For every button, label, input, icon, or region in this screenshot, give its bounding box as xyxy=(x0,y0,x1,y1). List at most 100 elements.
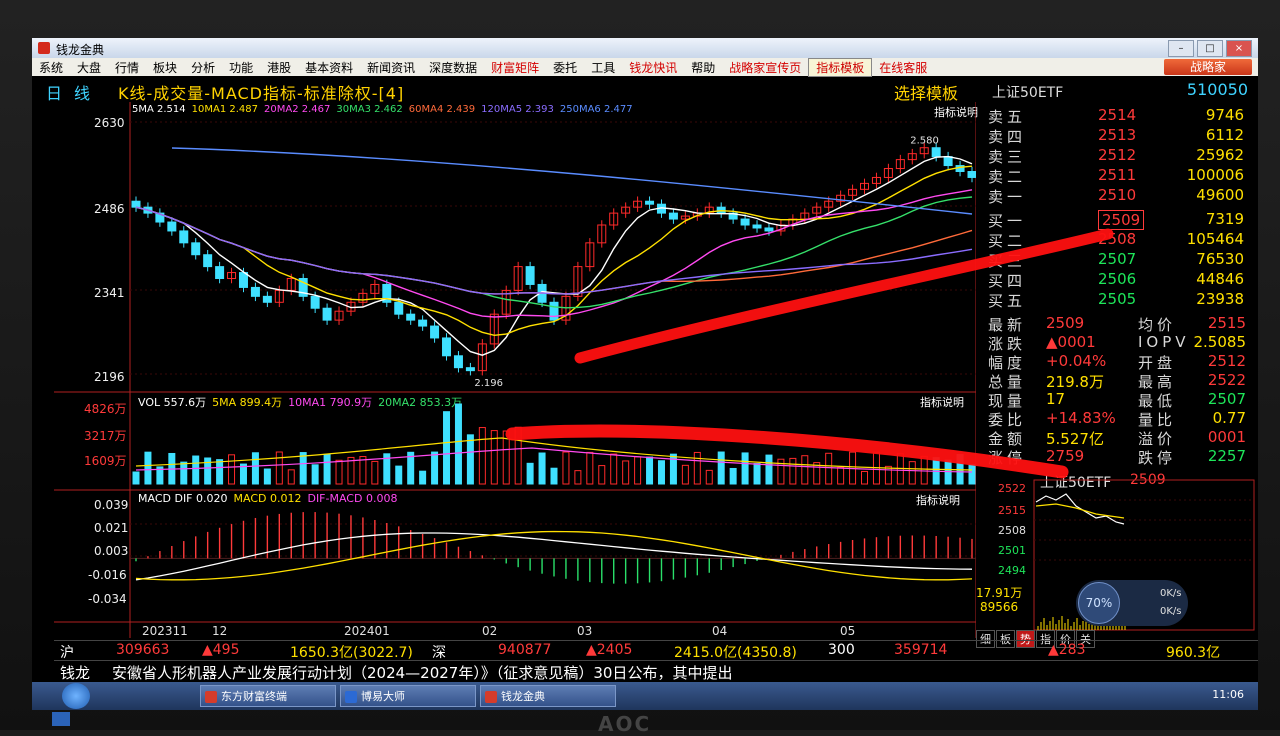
volume-bar xyxy=(562,451,570,485)
quote-stat-row: 现量 17 最低 2507 xyxy=(976,390,1258,410)
ticker-item: 960.3亿 xyxy=(1166,645,1221,661)
bid-volume: 7319 xyxy=(1205,210,1244,228)
volume-bar xyxy=(908,461,916,485)
candle-body xyxy=(442,337,452,357)
candle-body xyxy=(967,171,976,178)
stat-value: 2515 xyxy=(1207,314,1246,332)
candle-body xyxy=(430,325,440,339)
app-icon xyxy=(205,691,217,703)
news-text[interactable]: 安徽省人形机器人产业发展行动计划（2024—2027年）》（征求意见稿）30日公… xyxy=(112,662,912,683)
bid-label: 买三 xyxy=(988,252,1027,270)
taskbar-item[interactable]: 东方财富终端 xyxy=(200,685,336,707)
ask-row[interactable]: 卖二 2511 100006 xyxy=(976,166,1258,186)
stat-label: 最新 xyxy=(988,316,1027,334)
x-axis-label: 03 xyxy=(577,624,593,638)
start-button-icon[interactable] xyxy=(62,683,90,709)
volume-bar xyxy=(765,454,773,485)
volume-bar xyxy=(514,426,522,485)
volume-bar xyxy=(825,452,833,485)
candle-body xyxy=(645,200,655,205)
volume-bar xyxy=(228,454,236,485)
close-button[interactable]: × xyxy=(1226,40,1252,57)
volume-bar xyxy=(144,451,152,485)
stat-value: 17 xyxy=(1046,390,1066,408)
stat-label: 涨跌 xyxy=(988,335,1027,353)
stat-label: 现量 xyxy=(988,392,1027,410)
ask-price: 2513 xyxy=(1098,126,1137,144)
ma120-line xyxy=(135,206,973,295)
volume-bar xyxy=(478,427,486,485)
volume-bar xyxy=(371,460,379,485)
bid-price: 2506 xyxy=(1098,270,1137,288)
taskbar-item[interactable]: 钱龙金典 xyxy=(480,685,616,707)
ask-row[interactable]: 卖三 2512 25962 xyxy=(976,146,1258,166)
volume-bar xyxy=(263,468,271,485)
taskbar-clock[interactable]: 11:06 xyxy=(1212,688,1244,701)
strategist-button[interactable]: 战略家 xyxy=(1164,59,1252,75)
bid-label: 买二 xyxy=(988,232,1027,250)
ticker-item: ▲2405 xyxy=(586,642,633,658)
ask-volume: 100006 xyxy=(1186,166,1244,184)
minimize-button[interactable]: – xyxy=(1168,40,1194,57)
stat-value: 2509 xyxy=(1046,314,1085,332)
bid-volume: 105464 xyxy=(1186,230,1244,248)
candle-body xyxy=(322,307,332,321)
maximize-button[interactable]: □ xyxy=(1197,40,1223,57)
symbol-name: 上证50ETF xyxy=(992,85,1064,101)
volume-bar xyxy=(323,453,331,485)
volume-bar xyxy=(574,470,582,485)
x-axis-label: 12 xyxy=(212,624,228,638)
candle-body xyxy=(406,313,416,321)
candle-body xyxy=(752,224,762,229)
monitor-brand-logo: AOC xyxy=(598,712,652,736)
candle-body xyxy=(418,319,428,327)
kline-chart[interactable]: 2.580 2.196 xyxy=(32,38,976,640)
bid-row[interactable]: 买一 2509 7319 xyxy=(976,210,1258,230)
volume-bar xyxy=(216,459,224,485)
taskbar-item-label: 博易大师 xyxy=(361,690,405,703)
bid-label: 买一 xyxy=(988,212,1027,230)
x-axis-label: 05 xyxy=(840,624,856,638)
bid-volume: 44846 xyxy=(1196,270,1244,288)
bid-row[interactable]: 买四 2506 44846 xyxy=(976,270,1258,290)
stat-label: 总量 xyxy=(988,373,1027,391)
candle-body xyxy=(943,156,953,167)
volume-bar xyxy=(657,460,665,485)
bid-row[interactable]: 买五 2505 23938 xyxy=(976,290,1258,310)
ticker-item: 1650.3亿(3022.7) xyxy=(290,645,413,661)
volume-bar xyxy=(622,460,630,485)
volume-bar xyxy=(634,456,642,485)
windows-logo-icon xyxy=(52,712,70,726)
x-axis-label: 202401 xyxy=(344,624,390,638)
ma5-line xyxy=(135,155,973,356)
bid-row[interactable]: 买三 2507 76530 xyxy=(976,250,1258,270)
ask-row[interactable]: 卖一 2510 49600 xyxy=(976,186,1258,206)
volume-bar xyxy=(861,470,869,485)
ask-price: 2512 xyxy=(1098,146,1137,164)
ask-row[interactable]: 卖五 2514 9746 xyxy=(976,106,1258,126)
bid-volume: 23938 xyxy=(1196,290,1244,308)
volume-bar xyxy=(180,461,188,485)
news-label: 钱龙 xyxy=(60,664,91,682)
index-ticker: 沪 309663 ▲495 1650.3亿(3022.7) 深 940877 ▲2405 24… xyxy=(54,640,1258,661)
candle-body xyxy=(549,301,559,321)
volume-bar xyxy=(753,463,761,485)
network-speed-widget[interactable]: 70% 0K/s 0K/s xyxy=(1076,580,1188,626)
volume-bar xyxy=(335,459,343,485)
stat-label: 幅度 xyxy=(988,354,1027,372)
ticker-item: 沪 xyxy=(60,645,74,661)
bid-row[interactable]: 买二 2508 105464 xyxy=(976,230,1258,250)
ticker-item: 2415.0亿(4350.8) xyxy=(674,645,797,661)
volume-bar xyxy=(192,455,200,485)
candle-body xyxy=(191,242,201,256)
ask-label: 卖二 xyxy=(988,168,1027,186)
news-scroller[interactable]: 钱龙 安徽省人形机器人产业发展行动计划（2024—2027年）》（征求意见稿）3… xyxy=(54,660,1258,683)
taskbar-item[interactable]: 博易大师 xyxy=(340,685,476,707)
bid-price: 2505 xyxy=(1098,290,1137,308)
stat-value: 2.5085 xyxy=(1193,333,1247,351)
volume-bar xyxy=(598,465,606,485)
stat-value: 2257 xyxy=(1207,447,1246,465)
stat-value: 2512 xyxy=(1207,352,1246,370)
bid-price: 2507 xyxy=(1098,250,1137,268)
ask-row[interactable]: 卖四 2513 6112 xyxy=(976,126,1258,146)
